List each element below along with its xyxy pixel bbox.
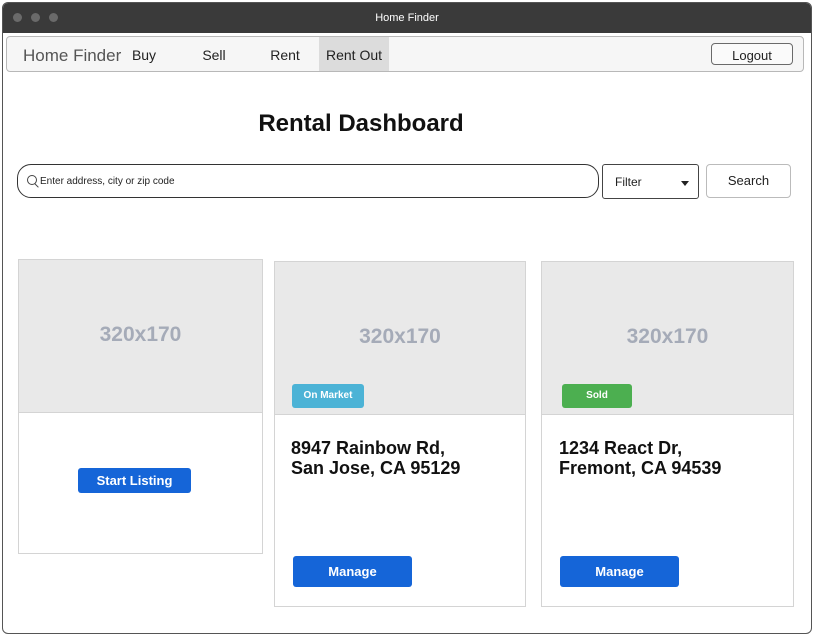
status-badge: Sold: [562, 384, 632, 408]
nav-item-rent[interactable]: Rent: [263, 37, 307, 71]
top-navbar: Home Finder Buy Sell Rent Rent Out Logou…: [6, 36, 804, 72]
caret-down-icon: [681, 181, 689, 186]
new-listing-card: 320x170 Start Listing: [18, 259, 263, 554]
logout-button[interactable]: Logout: [711, 43, 793, 65]
image-size-label: 320x170: [626, 325, 709, 348]
search-icon: [27, 175, 37, 185]
search-input[interactable]: [40, 166, 580, 196]
filter-dropdown[interactable]: Filter: [602, 164, 699, 199]
search-bar: [17, 164, 599, 198]
window-title: Home Finder: [375, 12, 439, 24]
card-image-placeholder: 320x170: [19, 260, 262, 413]
nav-item-rent-out[interactable]: Rent Out: [319, 37, 389, 71]
card-image-placeholder: 320x170 On Market: [275, 262, 525, 415]
title-bar: Home Finder: [3, 3, 811, 33]
property-card: 320x170 On Market 8947 Rainbow Rd, San J…: [274, 261, 526, 607]
filter-label: Filter: [615, 175, 642, 189]
start-listing-button[interactable]: Start Listing: [78, 468, 191, 493]
address-line-1: 1234 React Dr,: [559, 438, 683, 458]
property-card: 320x170 Sold 1234 React Dr, Fremont, CA …: [541, 261, 794, 607]
image-size-label: 320x170: [99, 323, 182, 346]
address-line-2: San Jose, CA 95129: [291, 458, 461, 478]
card-image-placeholder: 320x170 Sold: [542, 262, 793, 415]
property-address: 1234 React Dr, Fremont, CA 94539: [559, 438, 721, 478]
manage-button[interactable]: Manage: [560, 556, 679, 587]
status-badge: On Market: [292, 384, 364, 408]
address-line-1: 8947 Rainbow Rd,: [291, 438, 446, 458]
nav-item-buy[interactable]: Buy: [125, 37, 163, 71]
brand-logo[interactable]: Home Finder: [23, 46, 121, 66]
manage-button[interactable]: Manage: [293, 556, 412, 587]
address-line-2: Fremont, CA 94539: [559, 458, 722, 478]
page-title: Rental Dashboard: [258, 110, 464, 137]
image-size-label: 320x170: [359, 325, 441, 348]
nav-item-sell[interactable]: Sell: [193, 37, 235, 71]
property-address: 8947 Rainbow Rd, San Jose, CA 95129: [291, 438, 460, 478]
search-button[interactable]: Search: [706, 164, 791, 198]
